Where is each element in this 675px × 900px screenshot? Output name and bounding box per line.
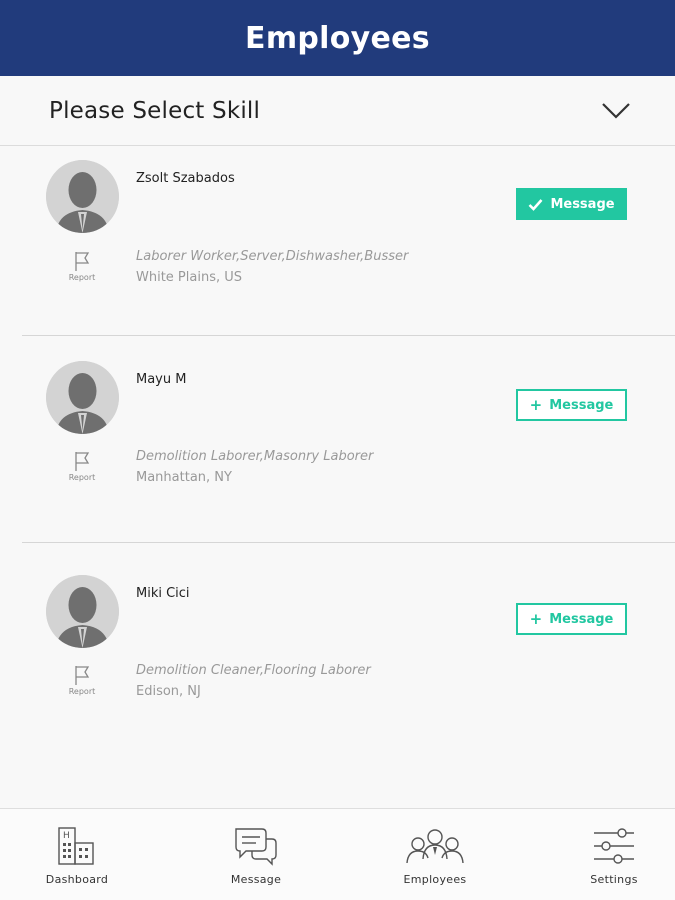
- message-button-label: Message: [549, 611, 614, 627]
- message-button-label: Message: [550, 196, 615, 212]
- bottom-tab-bar: H Dashboard Message Employees Settings: [0, 808, 675, 900]
- employee-skills: Laborer Worker,Server,Dishwasher,Busser: [136, 249, 409, 264]
- avatar: [46, 160, 119, 233]
- sliders-icon: [594, 828, 634, 864]
- report-label: Report: [68, 687, 96, 696]
- people-group-icon: [406, 829, 464, 864]
- employee-location: Edison, NJ: [136, 684, 201, 699]
- employee-location: White Plains, US: [136, 270, 243, 285]
- employee-location: Manhattan, NY: [136, 470, 232, 485]
- message-button[interactable]: + Message: [516, 389, 627, 421]
- building-icon: H: [58, 827, 94, 865]
- report-label: Report: [68, 473, 96, 482]
- employee-name: Zsolt Szabados: [136, 171, 235, 186]
- avatar: [46, 575, 119, 648]
- svg-text:H: H: [63, 831, 70, 841]
- chat-bubbles-icon: [235, 828, 277, 866]
- person-silhouette-icon: [46, 575, 119, 648]
- tab-label: Message: [230, 873, 282, 886]
- report-button[interactable]: Report: [62, 250, 102, 282]
- message-button-label: Message: [549, 397, 614, 413]
- employee-name: Miki Cici: [136, 586, 190, 601]
- report-button[interactable]: Report: [62, 450, 102, 482]
- chevron-down-icon: [602, 102, 630, 119]
- message-button[interactable]: + Message: [516, 603, 627, 635]
- employee-skills: Demolition Laborer,Masonry Laborer: [136, 449, 374, 464]
- avatar: [46, 361, 119, 434]
- app-header: Employees: [0, 0, 675, 76]
- plus-icon: +: [529, 395, 543, 414]
- employee-card: Zsolt Szabados Message Report Laborer Wo…: [0, 146, 675, 336]
- report-button[interactable]: Report: [62, 664, 102, 696]
- tab-dashboard[interactable]: H Dashboard: [17, 809, 137, 900]
- message-button[interactable]: Message: [516, 188, 627, 220]
- employee-card: Mayu M + Message Report Demolition Labor…: [0, 336, 675, 543]
- page-title: Employees: [245, 20, 430, 56]
- check-icon: [529, 198, 543, 211]
- report-label: Report: [68, 273, 96, 282]
- skill-select-dropdown[interactable]: Please Select Skill: [0, 76, 675, 146]
- person-silhouette-icon: [46, 160, 119, 233]
- employee-skills: Demolition Cleaner,Flooring Laborer: [136, 663, 371, 678]
- tab-employees[interactable]: Employees: [375, 809, 495, 900]
- tab-message[interactable]: Message: [196, 809, 316, 900]
- flag-icon: [75, 666, 90, 685]
- tab-label: Dashboard: [45, 873, 109, 886]
- employee-card: Miki Cici + Message Report Demolition Cl…: [0, 543, 675, 743]
- flag-icon: [75, 452, 90, 471]
- employee-name: Mayu M: [136, 372, 187, 387]
- tab-settings[interactable]: Settings: [554, 809, 674, 900]
- skill-select-label: Please Select Skill: [49, 97, 261, 124]
- plus-icon: +: [529, 609, 543, 628]
- person-silhouette-icon: [46, 361, 119, 434]
- flag-icon: [75, 252, 90, 271]
- tab-label: Settings: [590, 873, 638, 886]
- tab-label: Employees: [403, 873, 467, 886]
